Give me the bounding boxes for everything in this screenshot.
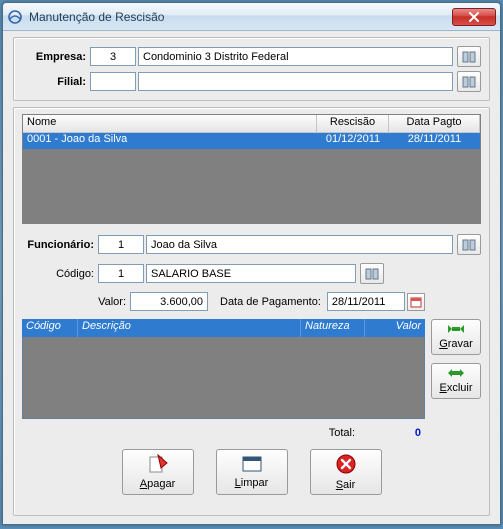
col-nome[interactable]: Nome: [23, 115, 317, 133]
detail-grid-body[interactable]: [22, 337, 425, 419]
total-label: Total:: [329, 427, 355, 439]
gravar-label: Gravar: [439, 338, 473, 350]
col-rescisao[interactable]: Rescisão: [317, 115, 389, 133]
window-title: Manutenção de Rescisão: [29, 10, 452, 24]
cell-data-pagto: 28/11/2011: [389, 133, 480, 149]
cell-rescisao: 01/12/2011: [317, 133, 389, 149]
gravar-button[interactable]: Gravar: [431, 319, 481, 355]
excluir-label: Excluir: [439, 382, 472, 394]
apagar-label: Apagar: [140, 478, 175, 490]
filial-name-input[interactable]: [138, 72, 453, 91]
col2-descricao[interactable]: Descrição: [78, 319, 301, 337]
valor-input[interactable]: [130, 292, 208, 311]
empresa-code-input[interactable]: [90, 47, 136, 66]
limpar-label: Limpar: [235, 477, 269, 489]
col2-codigo[interactable]: Código: [22, 319, 78, 337]
excluir-button[interactable]: Excluir: [431, 363, 481, 399]
header-panel: Empresa: Filial:: [13, 37, 490, 101]
col2-natureza[interactable]: Natureza: [301, 319, 365, 337]
save-arrows-icon: [448, 324, 464, 337]
filial-label: Filial:: [22, 76, 90, 88]
titlebar: Manutenção de Rescisão: [3, 3, 500, 31]
close-button[interactable]: [452, 8, 496, 26]
rescisao-grid[interactable]: Nome Rescisão Data Pagto 0001 - Joao da …: [22, 114, 481, 224]
col-data-pagto[interactable]: Data Pagto: [389, 115, 480, 133]
cell-nome: 0001 - Joao da Silva: [23, 133, 317, 149]
content-area: Empresa: Filial: Nome: [3, 31, 500, 524]
main-panel: Nome Rescisão Data Pagto 0001 - Joao da …: [13, 107, 490, 516]
data-pag-input[interactable]: [327, 292, 405, 311]
codigo-label: Código:: [22, 268, 98, 280]
app-icon: [7, 9, 23, 25]
bottom-button-bar: Apagar Limpar Sair: [22, 445, 481, 495]
calendar-button[interactable]: [407, 293, 425, 311]
data-pag-label: Data de Pagamento:: [220, 296, 325, 308]
delete-doc-icon: [147, 454, 169, 477]
codigo-code-input[interactable]: [98, 264, 144, 283]
window-frame: Manutenção de Rescisão Empresa: Filial:: [2, 2, 501, 525]
limpar-button[interactable]: Limpar: [216, 449, 288, 495]
funcionario-code-input[interactable]: [98, 235, 144, 254]
table-row[interactable]: 0001 - Joao da Silva 01/12/2011 28/11/20…: [23, 133, 480, 149]
filial-lookup-button[interactable]: [457, 71, 481, 92]
apagar-button[interactable]: Apagar: [122, 449, 194, 495]
codigo-lookup-button[interactable]: [360, 263, 384, 284]
codigo-name-input[interactable]: [146, 264, 356, 283]
grid-body[interactable]: 0001 - Joao da Silva 01/12/2011 28/11/20…: [23, 133, 480, 223]
total-value: 0: [361, 427, 421, 439]
funcionario-lookup-button[interactable]: [457, 234, 481, 255]
sair-button[interactable]: Sair: [310, 449, 382, 495]
total-row: Total: 0: [22, 423, 481, 441]
clear-window-icon: [241, 455, 263, 476]
funcionario-label: Funcionário:: [22, 239, 98, 251]
side-buttons: Gravar Excluir: [431, 319, 481, 419]
empresa-name-input[interactable]: [138, 47, 453, 66]
funcionario-name-input[interactable]: [146, 235, 453, 254]
delete-arrows-icon: [448, 368, 464, 381]
col2-valor[interactable]: Valor: [365, 319, 425, 337]
grid-header: Nome Rescisão Data Pagto: [23, 115, 480, 133]
detail-grid-header: Código Descrição Natureza Valor: [22, 319, 425, 337]
empresa-label: Empresa:: [22, 51, 90, 63]
exit-icon: [335, 453, 357, 478]
valor-label: Valor:: [22, 296, 130, 308]
sair-label: Sair: [336, 479, 356, 491]
empresa-lookup-button[interactable]: [457, 46, 481, 67]
filial-code-input[interactable]: [90, 72, 136, 91]
